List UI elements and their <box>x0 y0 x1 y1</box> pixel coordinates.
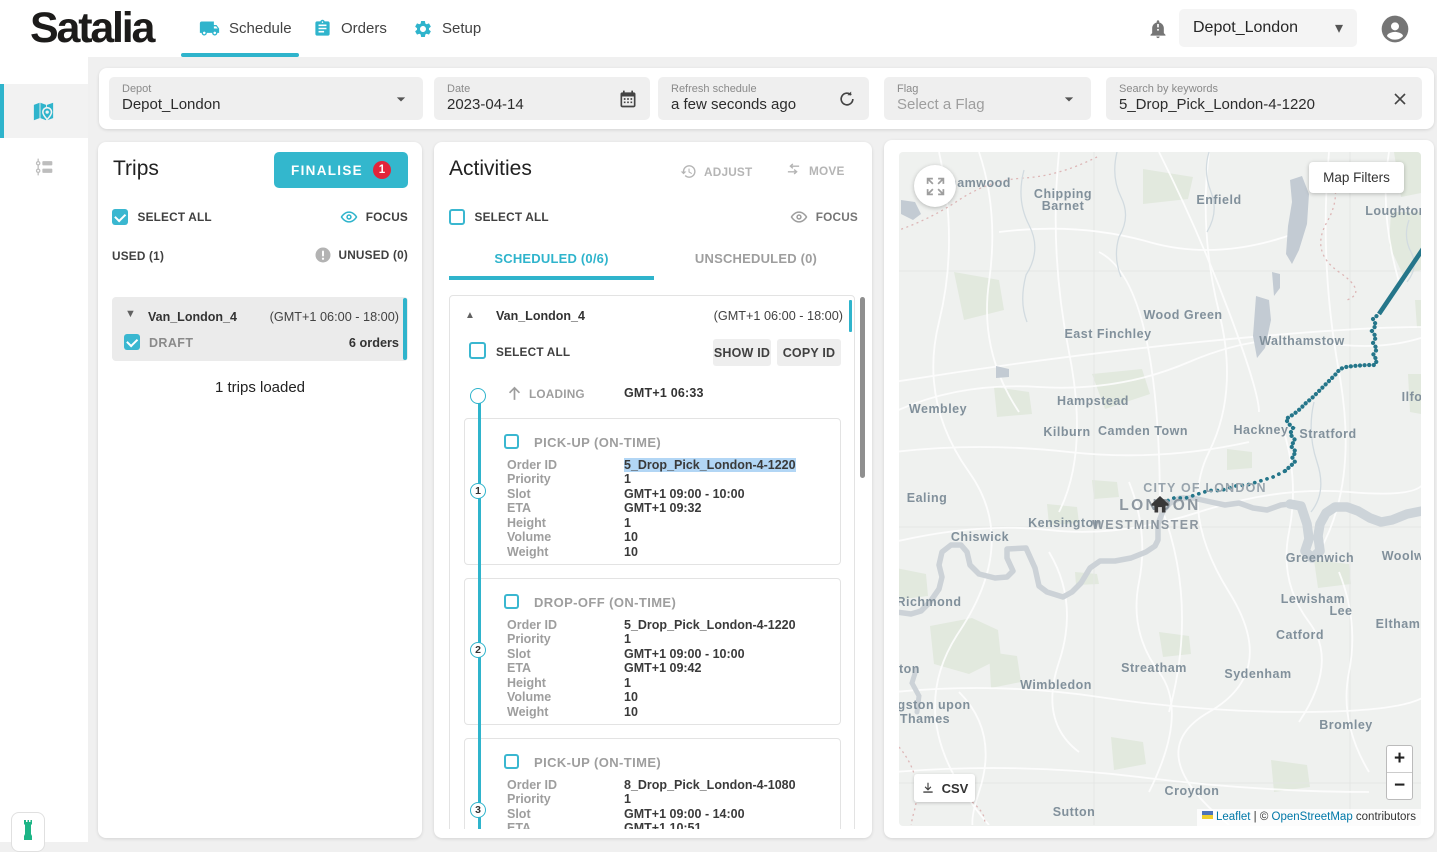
svg-text:Enfield: Enfield <box>1196 193 1241 207</box>
svg-text:Richmond: Richmond <box>899 595 962 609</box>
svg-text:Greenwich: Greenwich <box>1286 551 1354 565</box>
svg-text:Bromley: Bromley <box>1319 718 1373 732</box>
svg-text:Kensington: Kensington <box>1028 516 1102 530</box>
svg-text:Hackney: Hackney <box>1234 423 1289 437</box>
svg-text:WESTMINSTER: WESTMINSTER <box>1092 518 1200 532</box>
svg-text:Walthamstow: Walthamstow <box>1259 334 1345 348</box>
svg-text:Catford: Catford <box>1276 628 1324 642</box>
svg-text:Hampstead: Hampstead <box>1057 394 1129 408</box>
svg-text:Wood Green: Wood Green <box>1143 308 1222 322</box>
svg-text:Wimbledon: Wimbledon <box>1020 678 1092 692</box>
svg-text:Kilburn: Kilburn <box>1043 425 1090 439</box>
svg-text:Lee: Lee <box>1329 604 1352 618</box>
svg-text:Thames: Thames <box>900 712 950 726</box>
svg-text:Woolwi: Woolwi <box>1382 549 1421 563</box>
svg-text:Wembley: Wembley <box>909 402 967 416</box>
svg-text:Streatham: Streatham <box>1121 661 1187 675</box>
svg-text:Chiswick: Chiswick <box>951 530 1009 544</box>
svg-text:East Finchley: East Finchley <box>1064 327 1151 341</box>
svg-text:Ealing: Ealing <box>907 491 948 505</box>
svg-text:Sutton: Sutton <box>1053 805 1096 819</box>
svg-text:hamwood: hamwood <box>949 176 1011 190</box>
svg-text:Barnet: Barnet <box>1042 199 1085 213</box>
svg-text:CITY OF LONDON: CITY OF LONDON <box>1143 481 1267 495</box>
svg-text:Camden Town: Camden Town <box>1098 424 1188 438</box>
svg-text:ngston upon: ngston upon <box>899 698 971 712</box>
svg-text:Eltham: Eltham <box>1376 617 1421 631</box>
svg-text:Sydenham: Sydenham <box>1224 667 1291 681</box>
svg-text:Stratford: Stratford <box>1299 427 1356 441</box>
svg-text:ton: ton <box>899 662 920 676</box>
svg-text:Croydon: Croydon <box>1165 784 1220 798</box>
svg-text:Ilfo: Ilfo <box>1402 390 1421 404</box>
svg-text:Loughton: Loughton <box>1365 204 1421 218</box>
